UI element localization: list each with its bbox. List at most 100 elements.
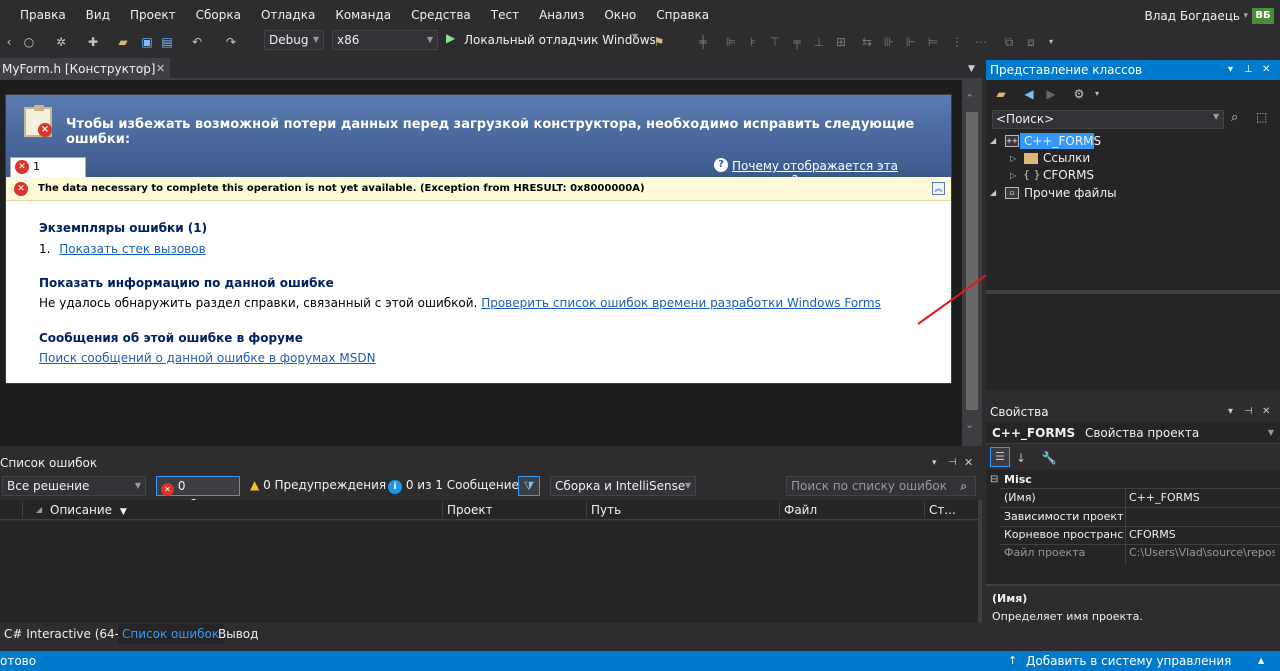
same-width-icon[interactable]: ⊞ (832, 33, 850, 51)
menu-analyze[interactable]: Анализ (529, 0, 594, 30)
search-options-icon[interactable]: ⬚ (1256, 110, 1267, 124)
tree-item-namespace[interactable]: CFORMS (1043, 167, 1094, 183)
align-middle-icon[interactable]: ╤ (788, 33, 806, 51)
user-avatar[interactable]: ВБ (1252, 8, 1274, 24)
class-view-splitter[interactable] (986, 290, 1280, 294)
start-debugger-button[interactable]: Локальный отладчик Windows (464, 30, 656, 50)
prop-value[interactable]: C++_FORMS (1129, 489, 1275, 507)
scope-select[interactable]: Все решение ▼ (2, 476, 146, 496)
user-caret-icon[interactable]: ▾ (1243, 0, 1248, 32)
tab-output[interactable]: Вывод (214, 624, 262, 644)
tree-item-other-files[interactable]: Прочие файлы (1024, 185, 1117, 201)
prop-name[interactable]: (Имя) (1004, 489, 1124, 507)
column-description[interactable]: Описание ▼ (50, 500, 127, 522)
prop-dependencies[interactable]: Зависимости проекта (1004, 508, 1124, 526)
show-call-stack-link[interactable]: Показать стек вызовов (59, 242, 205, 256)
column-path[interactable]: Путь (591, 500, 621, 520)
redo-icon[interactable]: ↷ (222, 33, 240, 51)
window-position-icon[interactable]: ▾ (932, 454, 937, 472)
tree-expand-icon[interactable]: ▷ (1010, 168, 1016, 184)
prop-project-file-value[interactable]: C:\Users\Vlad\source\repos\ (1129, 544, 1275, 562)
platform-select[interactable]: x86 ▼ (332, 30, 438, 50)
horizontal-spacing-icon[interactable]: ⊩ (902, 33, 920, 51)
warnings-filter-button[interactable]: ▲ 0 Предупреждения (250, 476, 386, 496)
new-project-icon[interactable]: ✲ (52, 33, 70, 51)
column-line[interactable]: Ст... (929, 500, 956, 520)
align-bottom-icon[interactable]: ⊥ (810, 33, 828, 51)
error-list-scrollbar[interactable] (978, 500, 982, 623)
vertical-spacing-icon[interactable]: ⊨ (924, 33, 942, 51)
open-folder-icon[interactable]: ▰ (114, 33, 132, 51)
tree-item-references[interactable]: Ссылки (1043, 150, 1090, 166)
column-project[interactable]: Проект (447, 500, 493, 520)
prop-root-namespace[interactable]: Корневое пространств (1004, 526, 1124, 544)
start-debug-icon[interactable]: ▶ (446, 31, 455, 45)
pin-icon[interactable]: ⊣ (138, 58, 147, 80)
tab-list-dropdown-icon[interactable]: ▼ (968, 58, 975, 80)
msdn-forum-link[interactable]: Поиск сообщений о данной ошибке в форума… (39, 351, 376, 365)
filter-icon[interactable]: ⧩ (518, 476, 540, 496)
menu-window[interactable]: Окно (594, 0, 646, 30)
save-icon[interactable]: ▣ (138, 33, 156, 51)
tree-expand-icon[interactable]: ▷ (1010, 151, 1016, 167)
tree-collapse-icon[interactable]: ◢ (990, 133, 996, 149)
toolbar-overflow-icon[interactable]: ▾ (1042, 33, 1060, 51)
back-arrow-icon[interactable]: ◀ (1020, 85, 1038, 103)
search-icon[interactable]: ⌕ (1231, 110, 1238, 125)
debugger-dropdown-icon[interactable]: ▼ (632, 32, 638, 41)
new-item-icon[interactable]: ✚ (84, 33, 102, 51)
gear-icon[interactable]: ⚙ (1070, 85, 1088, 103)
close-icon[interactable]: ✕ (1262, 402, 1270, 422)
error-list-search-input[interactable]: Поиск по списку ошибок ⌕ (786, 476, 976, 496)
category-collapse-icon[interactable]: ⊟ (990, 472, 998, 488)
user-name[interactable]: Влад Богдаець (1144, 0, 1240, 32)
menu-view[interactable]: Вид (76, 0, 120, 30)
back-icon[interactable]: ‹ (0, 33, 18, 51)
new-folder-icon[interactable]: ▰ (992, 85, 1010, 103)
pin-icon[interactable]: ⊣ (1244, 402, 1253, 422)
menu-project[interactable]: Проект (120, 0, 186, 30)
collapse-icon[interactable]: ︽ (932, 182, 945, 195)
align-top-icon[interactable]: ⊤ (766, 33, 784, 51)
solution-config-select[interactable]: Debug ▼ (264, 30, 324, 50)
align-left-icon[interactable]: ╪ (694, 33, 712, 51)
undo-icon[interactable]: ↶ (188, 33, 206, 51)
property-pages-icon[interactable]: 🔧 (1040, 449, 1058, 467)
add-to-source-control-button[interactable]: Добавить в систему управления версиями (1026, 651, 1280, 671)
same-size-icon[interactable]: ⊪ (880, 33, 898, 51)
forward-icon[interactable]: ○ (20, 33, 38, 51)
settings-dropdown-icon[interactable]: ▾ (1088, 85, 1106, 103)
class-view-search-input[interactable]: <Поиск> (992, 110, 1224, 129)
tab-error-list[interactable]: Список ошибок (118, 624, 224, 644)
alphabetical-icon[interactable]: ↓ (1012, 449, 1030, 467)
prop-root-namespace-value[interactable]: CFORMS (1129, 526, 1275, 544)
build-source-select[interactable]: Сборка и IntelliSense ▼ (550, 476, 696, 496)
save-all-icon[interactable]: ▤ (158, 33, 176, 51)
close-icon[interactable]: ✕ (156, 58, 165, 80)
send-to-back-icon[interactable]: ⧈ (1022, 33, 1040, 51)
align-right-icon[interactable]: ⊧ (744, 33, 762, 51)
menu-team[interactable]: Команда (325, 0, 401, 30)
chevron-up-icon[interactable]: ▲ (1258, 651, 1264, 671)
column-file[interactable]: Файл (784, 500, 817, 520)
menu-tools[interactable]: Средства (401, 0, 481, 30)
center-vertically-icon[interactable]: ⋯ (972, 33, 990, 51)
forward-arrow-icon[interactable]: ▶ (1042, 85, 1060, 103)
pin-icon[interactable]: ⊥ (1244, 60, 1253, 80)
prop-project-file[interactable]: Файл проекта (1004, 544, 1124, 562)
chevron-down-icon[interactable]: ▼ (1213, 112, 1219, 121)
categorized-icon[interactable]: ☰ (990, 447, 1010, 467)
tree-collapse-icon[interactable]: ◢ (990, 185, 996, 201)
close-icon[interactable]: ✕ (964, 454, 973, 472)
tree-item-project[interactable]: C++_FORMS (1024, 133, 1101, 149)
window-position-icon[interactable]: ▾ (1228, 60, 1233, 80)
menu-help[interactable]: Справка (646, 0, 719, 30)
close-icon[interactable]: ✕ (1262, 60, 1270, 80)
pin-icon[interactable]: ⊣ (948, 454, 957, 472)
find-in-files-icon[interactable]: ⚑ (650, 33, 668, 51)
bring-to-front-icon[interactable]: ⧉ (1000, 33, 1018, 51)
check-design-time-errors-link[interactable]: Проверить список ошибок времени разработ… (481, 296, 881, 310)
messages-filter-button[interactable]: i 0 из 1 Сообщение (388, 476, 519, 496)
menu-debug[interactable]: Отладка (251, 0, 325, 30)
center-horizontally-icon[interactable]: ⋮ (948, 33, 966, 51)
